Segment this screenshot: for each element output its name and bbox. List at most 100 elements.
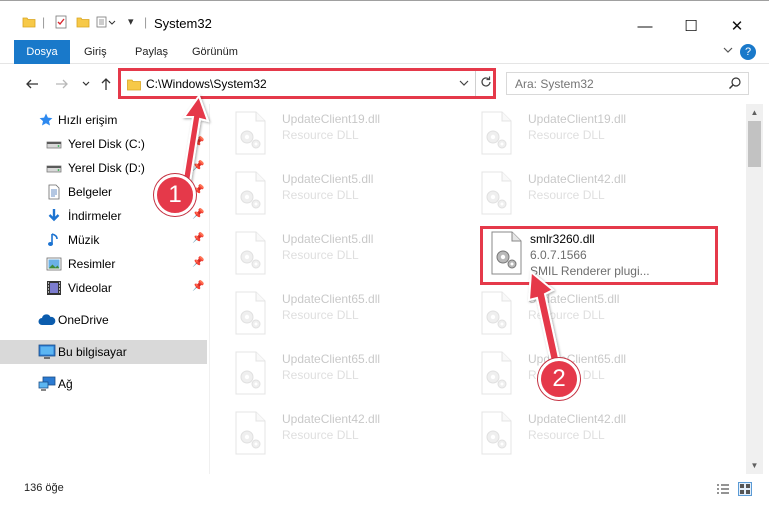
new-folder-icon[interactable] [76, 15, 90, 29]
sidebar-item-label: Ağ [58, 377, 73, 391]
sidebar-item-label: Videolar [68, 281, 112, 295]
address-bar[interactable]: C:\Windows\System32 [118, 68, 496, 99]
file-name: UpdateClient42.dll [528, 412, 627, 426]
video-icon [46, 280, 62, 296]
dll-file-icon [476, 290, 516, 336]
star-icon [38, 112, 54, 128]
pin-icon[interactable]: 📌 [192, 233, 204, 244]
ribbon-tabs: Dosya Giriş Paylaş Görünüm ? [0, 40, 769, 96]
file-type: Resource DLL [282, 368, 359, 382]
sidebar-item-network[interactable]: Ağ [0, 372, 207, 396]
large-icons-view-icon[interactable] [738, 482, 752, 496]
vertical-scrollbar[interactable]: ▲ ▼ [746, 104, 763, 474]
sidebar-item-videos[interactable]: Videolar 📌 [0, 276, 207, 300]
scroll-thumb[interactable] [748, 121, 761, 167]
pin-icon[interactable]: 📌 [192, 161, 204, 172]
drive-icon [46, 160, 62, 176]
customize-toolbar-icon[interactable] [96, 15, 118, 29]
dll-file-icon [230, 410, 270, 456]
file-type: Resource DLL [282, 188, 359, 202]
dll-file-icon [230, 350, 270, 396]
dll-file-icon [476, 350, 516, 396]
tab-home[interactable]: Giriş [78, 40, 113, 64]
search-box[interactable] [506, 72, 749, 95]
scroll-up-icon[interactable]: ▲ [746, 104, 763, 121]
file-item[interactable]: UpdateClient42.dll Resource DLL [210, 406, 440, 462]
sidebar-item-pictures[interactable]: Resimler 📌 [0, 252, 207, 276]
file-type: Resource DLL [528, 188, 605, 202]
qa-separator-2: | [144, 15, 148, 29]
window-title: System32 [154, 16, 212, 31]
pictures-icon [46, 256, 62, 272]
ribbon-expand-icon[interactable] [722, 44, 734, 59]
file-name: UpdateClient5.dll [528, 292, 620, 306]
dll-file-icon [230, 110, 270, 156]
search-input[interactable] [507, 73, 722, 94]
dll-file-icon [230, 290, 270, 336]
folder-icon [127, 78, 141, 94]
dll-file-icon [230, 230, 270, 276]
computer-icon [38, 344, 56, 360]
file-item[interactable]: UpdateClient5.dll Resource DLL [210, 166, 440, 222]
file-item[interactable]: UpdateClient5.dll Resource DLL [210, 226, 440, 282]
file-name: UpdateClient19.dll [528, 112, 627, 126]
recent-locations-icon[interactable] [76, 74, 96, 94]
file-name: UpdateClient42.dll [282, 412, 381, 426]
close-button[interactable]: ✕ [714, 11, 760, 41]
file-item[interactable]: UpdateClient42.dll Resource DLL [456, 166, 686, 222]
file-name: UpdateClient65.dll [282, 292, 381, 306]
cloud-icon [38, 312, 56, 328]
maximize-button[interactable]: ☐ [668, 11, 714, 41]
sidebar-item-music[interactable]: Müzik 📌 [0, 228, 207, 252]
details-view-icon[interactable] [716, 482, 730, 496]
properties-icon[interactable] [54, 15, 68, 29]
dll-file-icon [476, 170, 516, 216]
pin-icon[interactable]: 📌 [192, 257, 204, 268]
pin-icon[interactable]: 📌 [192, 209, 204, 220]
tab-share[interactable]: Paylaş [129, 40, 174, 64]
file-item[interactable]: UpdateClient19.dll Resource DLL [456, 106, 686, 162]
file-item[interactable]: UpdateClient65.dll Resource DLL [210, 286, 440, 342]
file-item[interactable]: UpdateClient19.dll Resource DLL [210, 106, 440, 162]
help-icon[interactable]: ? [740, 44, 756, 60]
address-path[interactable]: C:\Windows\System32 [146, 77, 267, 91]
pin-icon[interactable]: 📌 [192, 137, 204, 148]
dll-file-icon [476, 410, 516, 456]
file-item[interactable]: UpdateClient65.dll Resource DLL [210, 346, 440, 402]
file-item[interactable]: UpdateClient42.dll Resource DLL [456, 406, 686, 462]
sidebar-item-label: Resimler [68, 257, 116, 271]
pin-icon[interactable]: 📌 [192, 281, 204, 292]
scroll-down-icon[interactable]: ▼ [746, 457, 763, 474]
sidebar-item-quick-access[interactable]: Hızlı erişim [0, 108, 207, 132]
file-name: UpdateClient19.dll [282, 112, 381, 126]
back-button[interactable] [22, 74, 42, 94]
sidebar-item-label: Müzik [68, 233, 100, 247]
item-count: 136 öğe [24, 482, 64, 494]
search-icon[interactable] [728, 76, 742, 93]
up-button[interactable] [96, 74, 116, 94]
sidebar-item-label: Yerel Disk (C:) [68, 137, 145, 151]
status-bar: 136 öğe [0, 474, 769, 512]
sidebar-item-label: Bu bilgisayar [58, 345, 127, 359]
address-dropdown-icon[interactable] [458, 76, 470, 93]
sidebar-item-label: OneDrive [58, 313, 109, 327]
sidebar-item-onedrive[interactable]: OneDrive [0, 308, 207, 332]
tab-view[interactable]: Görünüm [186, 40, 244, 64]
forward-button[interactable] [52, 74, 72, 94]
file-name: UpdateClient5.dll [282, 172, 374, 186]
file-type: Resource DLL [282, 428, 359, 442]
file-item[interactable]: UpdateClient5.dll Resource DLL [456, 286, 686, 342]
qa-dropdown-icon[interactable]: ▾ [128, 15, 134, 28]
refresh-icon[interactable] [479, 75, 493, 92]
address-separator [475, 71, 476, 96]
document-icon [46, 184, 62, 200]
file-type: Resource DLL [282, 308, 359, 322]
minimize-button[interactable]: — [622, 11, 668, 41]
step-badge-2: 2 [538, 358, 580, 400]
sidebar-item-label: Yerel Disk (D:) [68, 161, 145, 175]
sidebar-item-local-disk-c[interactable]: Yerel Disk (C:) 📌 [0, 132, 207, 156]
sidebar-item-this-pc[interactable]: Bu bilgisayar [0, 340, 207, 364]
sidebar-item-label: Belgeler [68, 185, 113, 199]
music-icon [46, 232, 62, 248]
file-type: Resource DLL [282, 128, 359, 142]
